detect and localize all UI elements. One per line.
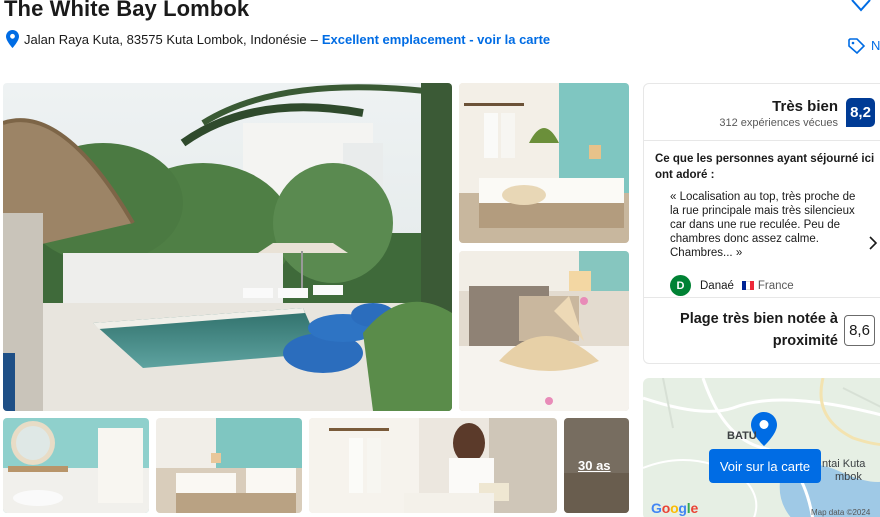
map-place-label: BATU bbox=[727, 430, 757, 442]
location-map-link[interactable]: Excellent emplacement - voir la carte bbox=[322, 32, 550, 47]
address-separator: – bbox=[310, 31, 318, 47]
tag-link[interactable]: N bbox=[871, 38, 880, 53]
france-flag-icon bbox=[741, 281, 754, 290]
map-place-label-2: ntai Kuta bbox=[822, 458, 866, 470]
hotel-title: The White Bay Lombok bbox=[4, 0, 250, 21]
beach-score: 8,6 bbox=[844, 315, 875, 346]
chevron-right-icon[interactable] bbox=[868, 236, 878, 250]
reviewer: D Danaé France bbox=[670, 275, 794, 296]
map-place-label-3: mbok bbox=[835, 471, 862, 483]
more-photos-link[interactable]: 30 as bbox=[578, 458, 611, 473]
map-preview[interactable]: BATU ntai Kuta mbok Voir sur la carte Go… bbox=[643, 378, 880, 517]
map-pin-icon bbox=[6, 30, 19, 48]
photo-twin-room[interactable] bbox=[156, 418, 302, 513]
hotel-address: Jalan Raya Kuta, 83575 Kuta Lombok, Indo… bbox=[24, 31, 307, 47]
rating-word: Très bien bbox=[772, 98, 838, 115]
liked-title: Ce que les personnes ayant séjourné ici … bbox=[655, 153, 875, 181]
reviewer-country: France bbox=[757, 279, 794, 292]
review-card: Très bien 312 expériences vécues 8,2 Ce … bbox=[643, 83, 880, 364]
photo-woman-reading[interactable] bbox=[309, 418, 557, 513]
photo-bathroom[interactable] bbox=[3, 418, 149, 513]
photo-main-pool[interactable] bbox=[3, 83, 452, 411]
card-divider bbox=[644, 297, 880, 298]
map-copyright: Map data ©2024 bbox=[811, 508, 871, 517]
beach-label: Plage très bien notée à proximité bbox=[680, 311, 838, 349]
photo-room-1[interactable] bbox=[459, 83, 629, 243]
avatar: D bbox=[670, 275, 691, 296]
review-count[interactable]: 312 expériences vécues bbox=[719, 117, 838, 129]
reviewer-name: Danaé bbox=[700, 279, 734, 292]
review-quote: « Localisation au top, très proche de la… bbox=[670, 191, 856, 259]
photo-room-2[interactable] bbox=[459, 251, 629, 411]
score-badge: 8,2 bbox=[846, 98, 875, 127]
heart-icon[interactable] bbox=[850, 0, 872, 12]
address-row: Jalan Raya Kuta, 83575 Kuta Lombok, Indo… bbox=[6, 30, 550, 48]
google-logo: Google bbox=[651, 500, 699, 516]
view-map-button[interactable]: Voir sur la carte bbox=[709, 449, 821, 483]
rating-summary: Très bien 312 expériences vécues bbox=[719, 98, 838, 129]
tag-icon[interactable] bbox=[848, 38, 866, 54]
card-divider bbox=[644, 140, 880, 141]
